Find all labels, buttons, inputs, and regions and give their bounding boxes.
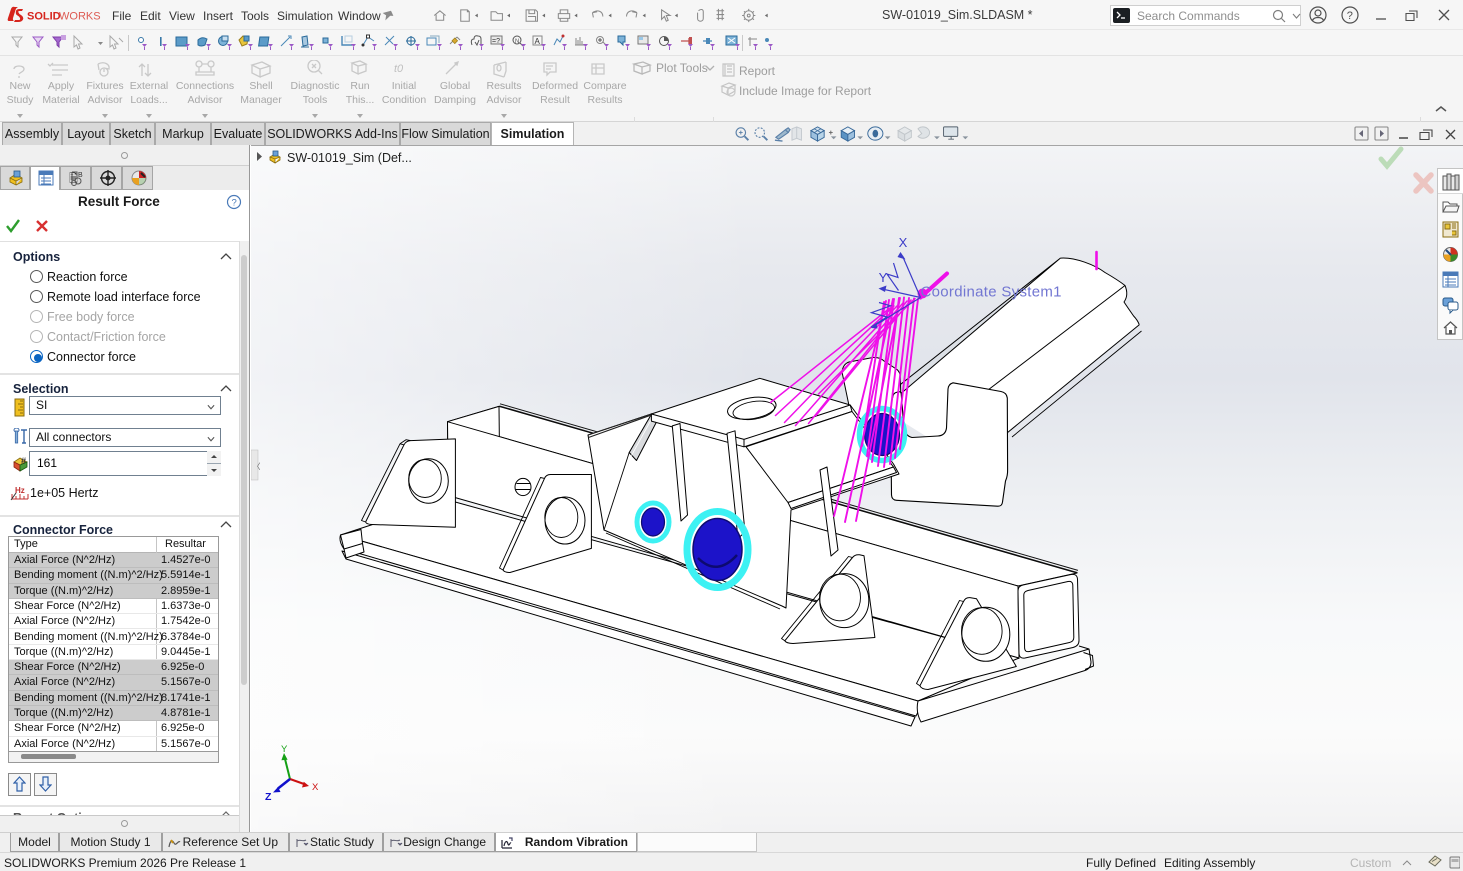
svg-text:X: X [899,235,908,250]
svg-text:SW-01019_Sim (Def...: SW-01019_Sim (Def... [287,151,412,165]
svg-text:Plot Tools: Plot Tools [656,61,708,75]
svg-text:?: ? [232,198,237,209]
svg-text:Hz: Hz [15,486,25,495]
svg-text:=?: =? [492,38,500,45]
svg-text:?: ? [1347,10,1353,22]
svg-text:〈: 〈 [253,462,261,471]
svg-text:#: # [21,456,26,466]
svg-text:A: A [535,37,541,46]
svg-text:B: B [78,172,83,179]
svg-text:SOLID: SOLID [27,11,61,23]
svg-text:t0: t0 [394,63,404,75]
svg-text:N: N [515,39,519,45]
svg-text:Z: Z [265,791,272,803]
svg-text:Y: Y [281,744,288,755]
svg-text:X: X [312,782,319,793]
svg-text:Y: Y [879,270,888,285]
svg-text:Coordinate System1: Coordinate System1 [921,284,1062,301]
svg-text:WORKS: WORKS [59,11,101,23]
